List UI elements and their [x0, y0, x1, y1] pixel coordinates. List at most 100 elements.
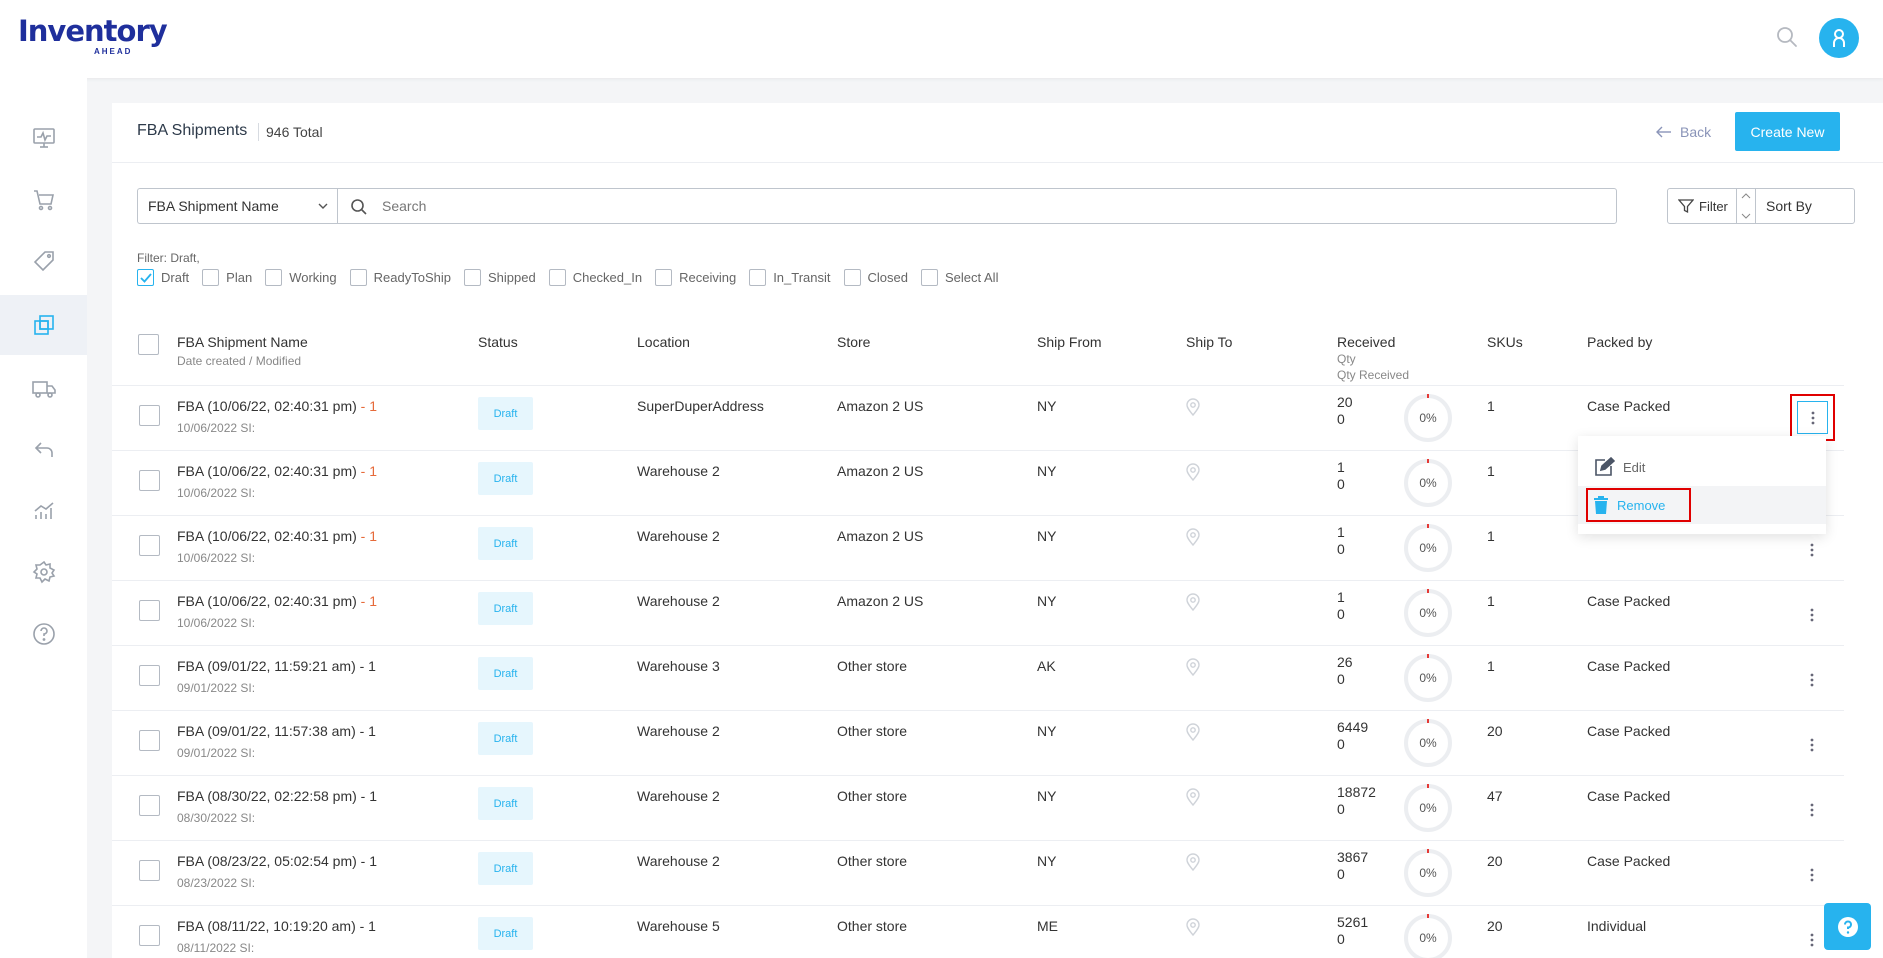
sidebar-item-reports[interactable]: [0, 481, 87, 541]
shipment-name[interactable]: FBA (10/06/22, 02:40:31 pm) - 1: [177, 463, 377, 479]
row-checkbox[interactable]: [139, 925, 160, 946]
filter-option-checked-in[interactable]: Checked_In: [548, 269, 642, 286]
sidebar-item-shipments[interactable]: [0, 295, 87, 355]
column-header-store[interactable]: Store: [837, 334, 870, 350]
column-header-skus[interactable]: SKUs: [1487, 334, 1523, 350]
back-label: Back: [1680, 124, 1712, 140]
filter-option-working[interactable]: Working: [265, 269, 337, 286]
shipment-name[interactable]: FBA (10/06/22, 02:40:31 pm) - 1: [177, 593, 377, 609]
map-pin-icon: [1186, 528, 1200, 551]
shipment-name[interactable]: FBA (08/11/22, 10:19:20 am) - 1: [177, 918, 376, 934]
row-checkbox[interactable]: [139, 405, 160, 426]
filter-option-select-all[interactable]: Select All: [920, 269, 998, 286]
column-header-ship-from[interactable]: Ship From: [1037, 334, 1102, 350]
shipment-name[interactable]: FBA (09/01/22, 11:57:38 am) - 1: [177, 723, 376, 739]
location-cell: Warehouse 2: [637, 788, 720, 804]
row-actions-button-active[interactable]: [1797, 401, 1828, 434]
search-icon[interactable]: [1776, 26, 1800, 50]
status-badge: Draft: [478, 592, 533, 625]
sidebar-item-products[interactable]: [0, 232, 87, 292]
filter-option-draft[interactable]: Draft: [137, 269, 189, 286]
filter-option-receiving[interactable]: Receiving: [655, 269, 736, 286]
checkbox[interactable]: [202, 269, 220, 286]
menu-item-edit[interactable]: Edit: [1578, 448, 1826, 486]
header-qty-label: Qty: [1337, 352, 1356, 366]
row-actions-button[interactable]: [1795, 728, 1829, 762]
sort-by-select[interactable]: Sort By: [1755, 188, 1855, 224]
search-field-select[interactable]: FBA Shipment Name: [137, 188, 337, 224]
create-new-button[interactable]: Create New: [1735, 112, 1840, 151]
qty-received-value: 0: [1337, 866, 1345, 882]
help-button[interactable]: [1824, 903, 1871, 950]
chart-icon: [33, 502, 54, 519]
sidebar-item-returns[interactable]: [0, 420, 87, 480]
row-checkbox[interactable]: [139, 470, 160, 491]
filter-option-shipped[interactable]: Shipped: [463, 269, 536, 286]
shipment-name[interactable]: FBA (10/06/22, 02:40:31 pm) - 1: [177, 528, 377, 544]
filter-option-plan[interactable]: Plan: [202, 269, 252, 286]
status-badge: Draft: [478, 527, 533, 560]
table-row[interactable]: FBA (09/01/22, 11:57:38 am) - 1 09/01/202…: [112, 710, 1844, 775]
row-checkbox[interactable]: [139, 535, 160, 556]
row-actions-button[interactable]: [1795, 858, 1829, 892]
skus-cell: 1: [1487, 528, 1495, 544]
row-actions-button[interactable]: [1795, 793, 1829, 827]
table-row[interactable]: FBA (10/06/22, 02:40:31 pm) - 1 10/06/202…: [112, 580, 1844, 645]
sidebar-item-help[interactable]: [0, 604, 87, 664]
column-header-packed-by[interactable]: Packed by: [1587, 334, 1652, 350]
row-checkbox[interactable]: [139, 795, 160, 816]
filter-option-readytoship[interactable]: ReadyToShip: [349, 269, 451, 286]
row-checkbox[interactable]: [139, 860, 160, 881]
checkbox[interactable]: [843, 269, 861, 286]
sort-direction-toggle[interactable]: [1737, 188, 1755, 224]
shipment-name[interactable]: FBA (09/01/22, 11:59:21 am) - 1: [177, 658, 376, 674]
table-row[interactable]: FBA (08/11/22, 10:19:20 am) - 1 08/11/202…: [112, 905, 1844, 958]
column-header-location[interactable]: Location: [637, 334, 690, 350]
user-avatar[interactable]: [1819, 18, 1859, 58]
table-row[interactable]: FBA (09/01/22, 11:59:21 am) - 1 09/01/202…: [112, 645, 1844, 710]
received-qty: 10: [1337, 589, 1345, 623]
row-checkbox[interactable]: [139, 600, 160, 621]
checkbox[interactable]: [655, 269, 673, 286]
sidebar-item-shipping[interactable]: [0, 358, 87, 418]
column-header-name[interactable]: FBA Shipment Name Date created / Modifie…: [177, 334, 308, 368]
filter-option-in-transit[interactable]: In_Transit: [749, 269, 831, 286]
column-header-status[interactable]: Status: [478, 334, 518, 350]
filter-option-label: Working: [289, 270, 337, 285]
filter-option-closed[interactable]: Closed: [843, 269, 908, 286]
row-actions-button[interactable]: [1795, 533, 1829, 567]
filter-button[interactable]: Filter: [1667, 188, 1737, 224]
row-actions-button[interactable]: [1795, 598, 1829, 632]
table-row[interactable]: FBA (08/23/22, 05:02:54 pm) - 1 08/23/202…: [112, 840, 1844, 905]
app-logo[interactable]: Inventory AHEAD: [18, 16, 168, 56]
shipment-name[interactable]: FBA (08/30/22, 02:22:58 pm) - 1: [177, 788, 377, 804]
checkbox[interactable]: [920, 269, 938, 286]
sidebar-item-dashboard[interactable]: [0, 108, 87, 168]
row-actions-button[interactable]: [1795, 663, 1829, 697]
row-checkbox[interactable]: [139, 665, 160, 686]
checkbox[interactable]: [548, 269, 566, 286]
checkbox[interactable]: [463, 269, 481, 286]
checkbox[interactable]: [749, 269, 767, 286]
progress-ring: 0%: [1402, 587, 1454, 639]
sidebar-item-settings[interactable]: [0, 542, 87, 602]
qty-received-value: 0: [1337, 931, 1345, 947]
sort-arrows-icon: [1741, 193, 1751, 219]
sidebar-item-orders[interactable]: [0, 170, 87, 230]
shipment-name[interactable]: FBA (08/23/22, 05:02:54 pm) - 1: [177, 853, 377, 869]
chevron-down-icon: [318, 203, 328, 209]
column-header-ship-to[interactable]: Ship To: [1186, 334, 1232, 350]
checkbox[interactable]: [349, 269, 367, 286]
search-input[interactable]: [382, 189, 1602, 223]
column-header-received[interactable]: Received Qty Qty Received: [1337, 334, 1409, 382]
checkbox[interactable]: [265, 269, 283, 286]
checkbox-checked[interactable]: [137, 269, 154, 286]
search-icon: [350, 198, 368, 221]
select-all-rows-checkbox[interactable]: [138, 334, 159, 355]
shipment-name[interactable]: FBA (10/06/22, 02:40:31 pm) - 1: [177, 398, 377, 414]
location-cell: Warehouse 2: [637, 723, 720, 739]
qty-value: 26: [1337, 654, 1353, 670]
row-checkbox[interactable]: [139, 730, 160, 751]
table-row[interactable]: FBA (08/30/22, 02:22:58 pm) - 1 08/30/202…: [112, 775, 1844, 840]
back-link[interactable]: Back: [1656, 124, 1711, 140]
